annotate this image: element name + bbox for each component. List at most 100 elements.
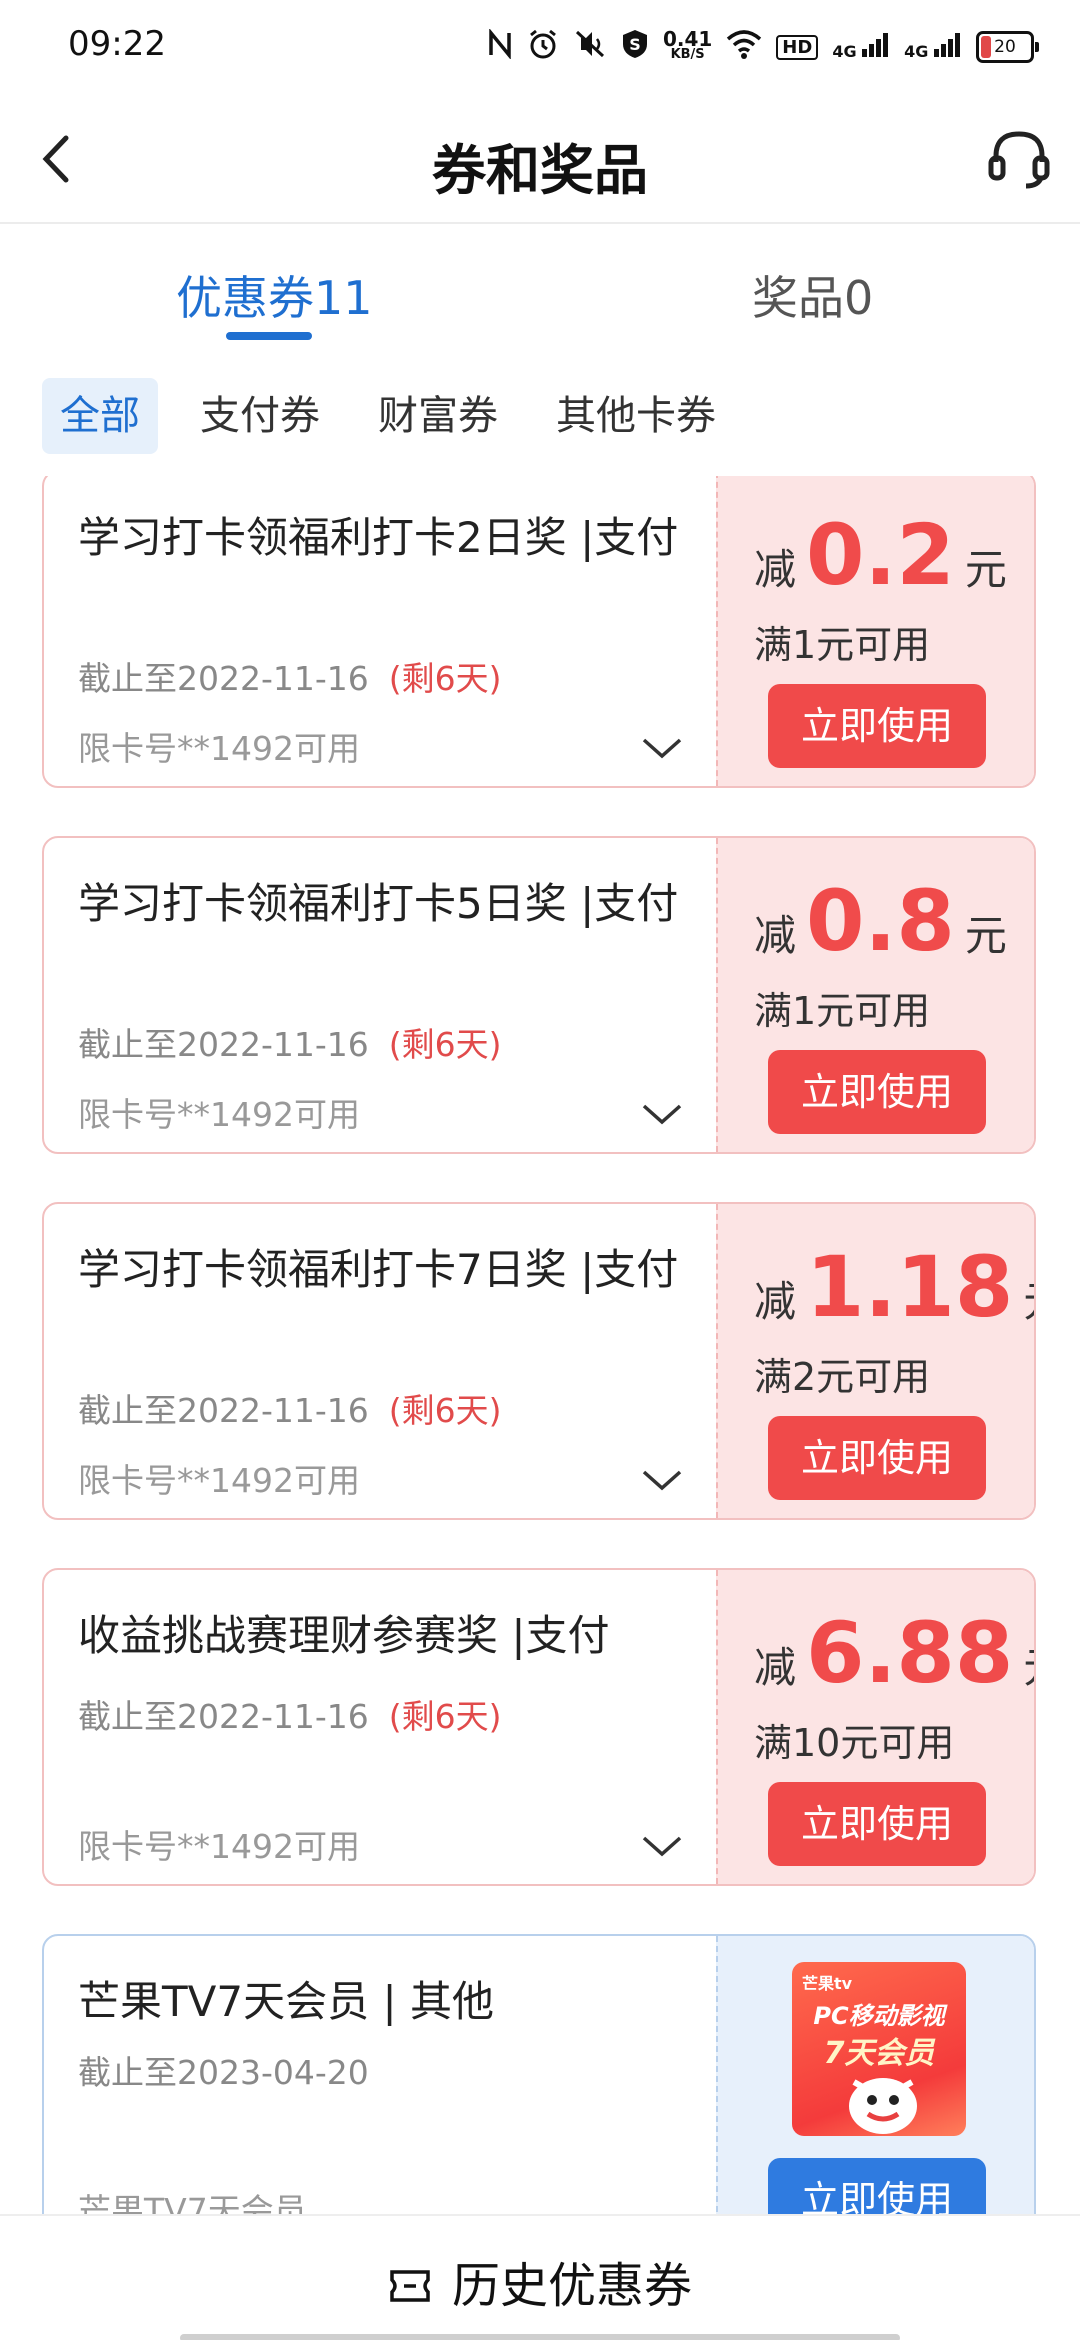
coupon-info: 学习打卡领福利打卡5日奖 |支付 截止至2022-11-16 (剩6天) 限卡号*…	[44, 838, 714, 1152]
expand-button[interactable]	[640, 1832, 684, 1860]
coupon-card[interactable]: 学习打卡领福利打卡2日奖 |支付 截止至2022-11-16 (剩6天) 限卡号*…	[42, 476, 1036, 788]
filter-all[interactable]: 全部	[42, 378, 158, 454]
card-restriction: 限卡号**1492可用	[78, 729, 360, 768]
coupon-info: 收益挑战赛理财参赛奖 |支付 截止至2022-11-16 (剩6天) 限卡号**1…	[44, 1570, 714, 1884]
coupon-value-panel: 减 0.2 元 满1元可用 立即使用	[716, 476, 1034, 786]
card-restriction: 限卡号**1492可用	[78, 1827, 360, 1866]
chevron-down-icon	[642, 1104, 682, 1125]
header: 券和奖品	[0, 96, 1080, 224]
coupon-expiry: 截止至2023-04-20	[78, 2046, 369, 2094]
expiry-date: 截止至2022-11-16	[78, 659, 369, 698]
battery-icon: 20	[976, 31, 1039, 63]
status-bar: 09:22 S 0.41 KB/S HD 4G 4G 20	[0, 0, 1080, 96]
chevron-down-icon	[642, 1470, 682, 1491]
signal-4g-1: 4G	[832, 33, 890, 61]
tab-prizes[interactable]: 奖品0	[752, 262, 873, 328]
coupon-value-panel: 减6.88元 满10元可用 立即使用	[716, 1570, 1034, 1884]
discount-amount: 0.2	[806, 506, 955, 604]
use-now-button[interactable]: 立即使用	[768, 1050, 986, 1134]
use-now-button[interactable]: 立即使用	[768, 2158, 986, 2214]
customer-service-button[interactable]	[982, 122, 1056, 196]
coupon-list[interactable]: 学习打卡领福利打卡2日奖 |支付 截止至2022-11-16 (剩6天) 限卡号*…	[0, 476, 1080, 2214]
discount-prefix: 减	[754, 545, 797, 594]
chevron-down-icon	[642, 1836, 682, 1857]
expiry-date: 截止至2022-11-16	[78, 1391, 369, 1430]
coupon-title: 学习打卡领福利打卡7日奖 |支付	[78, 1245, 679, 1294]
expand-button[interactable]	[640, 1466, 684, 1494]
coupon-expiry: 截止至2022-11-16 (剩6天)	[78, 1384, 502, 1432]
coupon-expiry: 截止至2022-11-16 (剩6天)	[78, 652, 502, 700]
history-coupons-button[interactable]: 历史优惠券	[0, 2246, 1080, 2316]
nfc-icon	[487, 28, 513, 65]
discount-prefix: 减	[754, 911, 797, 960]
discount-amount: 0.8	[806, 872, 955, 970]
alarm-icon	[527, 28, 559, 66]
signal-label-2: 4G	[904, 42, 929, 61]
coupon-title: 学习打卡领福利打卡2日奖 |支付	[78, 513, 679, 562]
days-remaining: (剩6天)	[388, 659, 502, 698]
signal-4g-2: 4G	[904, 33, 962, 61]
filter-payment[interactable]: 支付券	[182, 378, 338, 454]
usage-condition: 满1元可用	[754, 989, 931, 1033]
coupon-value-panel: 减 0.8 元 满1元可用 立即使用	[716, 838, 1034, 1152]
discount-row: 减 0.8 元	[754, 872, 1007, 970]
speed-value: 0.41	[662, 27, 713, 51]
coupon-card[interactable]: 学习打卡领福利打卡7日奖 |支付 截止至2022-11-16 (剩6天) 限卡号*…	[42, 1202, 1036, 1520]
ticket-icon	[390, 2270, 430, 2302]
usage-condition: 满2元可用	[754, 1355, 931, 1399]
battery-level: 20	[994, 37, 1016, 57]
shield-icon: S	[621, 28, 649, 66]
discount-row: 减1.18元	[754, 1238, 1034, 1336]
coupon-expiry: 截止至2022-11-16 (剩6天)	[78, 1690, 502, 1738]
tab-coupons[interactable]: 优惠券11	[176, 262, 373, 328]
chevron-down-icon	[642, 738, 682, 759]
mascot-icon	[849, 2078, 917, 2134]
use-now-button[interactable]: 立即使用	[768, 1416, 986, 1500]
coupon-info: 学习打卡领福利打卡2日奖 |支付 截止至2022-11-16 (剩6天) 限卡号*…	[44, 476, 714, 786]
usage-condition: 满10元可用	[754, 1721, 955, 1765]
page: 09:22 S 0.41 KB/S HD 4G 4G 20 券和奖品 优惠券11…	[0, 0, 1080, 2340]
discount-prefix: 减	[754, 1277, 797, 1326]
coupon-card[interactable]: 学习打卡领福利打卡5日奖 |支付 截止至2022-11-16 (剩6天) 限卡号*…	[42, 836, 1036, 1154]
coupon-title: 芒果TV7天会员 | 其他	[78, 1977, 494, 2026]
coupon-info: 芒果TV7天会员 | 其他 截止至2023-04-20 芒果TV7天会员	[44, 1936, 714, 2214]
signal-label-1: 4G	[832, 42, 857, 61]
mango-tv-logo: 芒果tv	[802, 1974, 853, 1993]
mango-tv-promo-image: 芒果tv PC移动影视 7天会员	[792, 1962, 966, 2136]
wifi-icon	[726, 29, 762, 65]
bottom-bar: 历史优惠券	[0, 2214, 1080, 2340]
currency-unit: 元	[1023, 1277, 1034, 1326]
expiry-date: 截止至2022-11-16	[78, 1697, 369, 1736]
discount-row: 减6.88元	[754, 1604, 1034, 1702]
expand-button[interactable]	[640, 1100, 684, 1128]
card-restriction: 限卡号**1492可用	[78, 1461, 360, 1500]
history-label: 历史优惠券	[451, 2258, 692, 2314]
currency-unit: 元	[964, 911, 1007, 960]
svg-text:S: S	[629, 35, 641, 54]
gesture-bar[interactable]	[180, 2334, 900, 2340]
coupon-info: 学习打卡领福利打卡7日奖 |支付 截止至2022-11-16 (剩6天) 限卡号*…	[44, 1204, 714, 1518]
filter-other-cards[interactable]: 其他卡券	[538, 378, 734, 454]
coupon-title: 学习打卡领福利打卡5日奖 |支付	[78, 879, 679, 928]
coupon-expiry: 截止至2022-11-16 (剩6天)	[78, 1018, 502, 1066]
currency-unit: 元	[964, 545, 1007, 594]
days-remaining: (剩6天)	[388, 1697, 502, 1736]
coupon-value-panel: 芒果tv PC移动影视 7天会员 立即使用	[716, 1936, 1034, 2214]
filter-wealth[interactable]: 财富券	[360, 378, 516, 454]
membership-note: 芒果TV7天会员	[78, 2191, 307, 2214]
usage-condition: 满1元可用	[754, 623, 931, 667]
status-time: 09:22	[68, 24, 166, 64]
days-remaining: (剩6天)	[388, 1025, 502, 1064]
use-now-button[interactable]: 立即使用	[768, 684, 986, 768]
currency-unit: 元	[1023, 1643, 1034, 1692]
card-restriction: 限卡号**1492可用	[78, 1095, 360, 1134]
discount-prefix: 减	[754, 1643, 797, 1692]
tab-active-indicator	[226, 332, 312, 340]
coupon-card[interactable]: 芒果TV7天会员 | 其他 截止至2023-04-20 芒果TV7天会员 芒果t…	[42, 1934, 1036, 2214]
coupon-title: 收益挑战赛理财参赛奖 |支付	[78, 1611, 610, 1660]
page-title: 券和奖品	[432, 139, 648, 202]
use-now-button[interactable]: 立即使用	[768, 1782, 986, 1866]
promo-line-1: PC移动影视	[813, 2002, 945, 2030]
expand-button[interactable]	[640, 734, 684, 762]
coupon-card[interactable]: 收益挑战赛理财参赛奖 |支付 截止至2022-11-16 (剩6天) 限卡号**1…	[42, 1568, 1036, 1886]
